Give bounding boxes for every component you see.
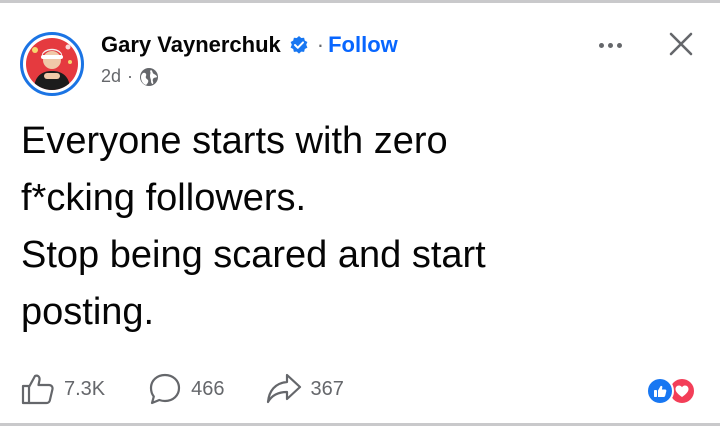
share-icon — [265, 371, 303, 407]
post-meta: 2d · — [101, 66, 159, 87]
post-body: Everyone starts with zero f*cking follow… — [21, 113, 701, 341]
author-name[interactable]: Gary Vaynerchuk — [101, 32, 281, 58]
post-text-line: posting. — [21, 291, 155, 333]
like-icon — [646, 377, 674, 405]
like-count: 7.3K — [64, 377, 106, 400]
post-header: Gary Vaynerchuk · Follow — [101, 32, 398, 58]
comment-button[interactable]: 466 — [147, 371, 225, 407]
comment-icon — [147, 371, 183, 407]
thumbs-up-icon — [20, 371, 56, 407]
more-dot — [616, 42, 622, 48]
post-text-line: Everyone starts with zero — [21, 120, 448, 162]
share-count: 367 — [310, 377, 344, 400]
verified-badge-icon — [289, 35, 309, 55]
post-timestamp[interactable]: 2d — [101, 66, 121, 87]
reaction-summary[interactable] — [646, 377, 702, 405]
post-actions: 7.3K 466 367 — [20, 369, 344, 409]
meta-separator: · — [127, 66, 134, 86]
author-avatar[interactable] — [20, 32, 84, 96]
close-icon[interactable] — [664, 27, 698, 61]
more-dot — [607, 42, 613, 48]
follow-button[interactable]: Follow — [328, 32, 398, 58]
avatar-illustration — [32, 44, 72, 90]
post-card: Gary Vaynerchuk · Follow 2d · Everyone s… — [0, 3, 720, 423]
comment-count: 466 — [191, 377, 225, 400]
post-text-line: Stop being scared and start — [21, 234, 486, 276]
more-dot — [598, 42, 604, 48]
post-text-line: f*cking followers. — [21, 177, 307, 219]
more-options-icon[interactable] — [592, 33, 628, 57]
share-button[interactable]: 367 — [265, 371, 344, 407]
avatar-photo — [26, 38, 78, 90]
like-button[interactable]: 7.3K — [20, 371, 105, 407]
globe-icon[interactable] — [139, 67, 159, 87]
header-separator: · — [316, 32, 325, 57]
